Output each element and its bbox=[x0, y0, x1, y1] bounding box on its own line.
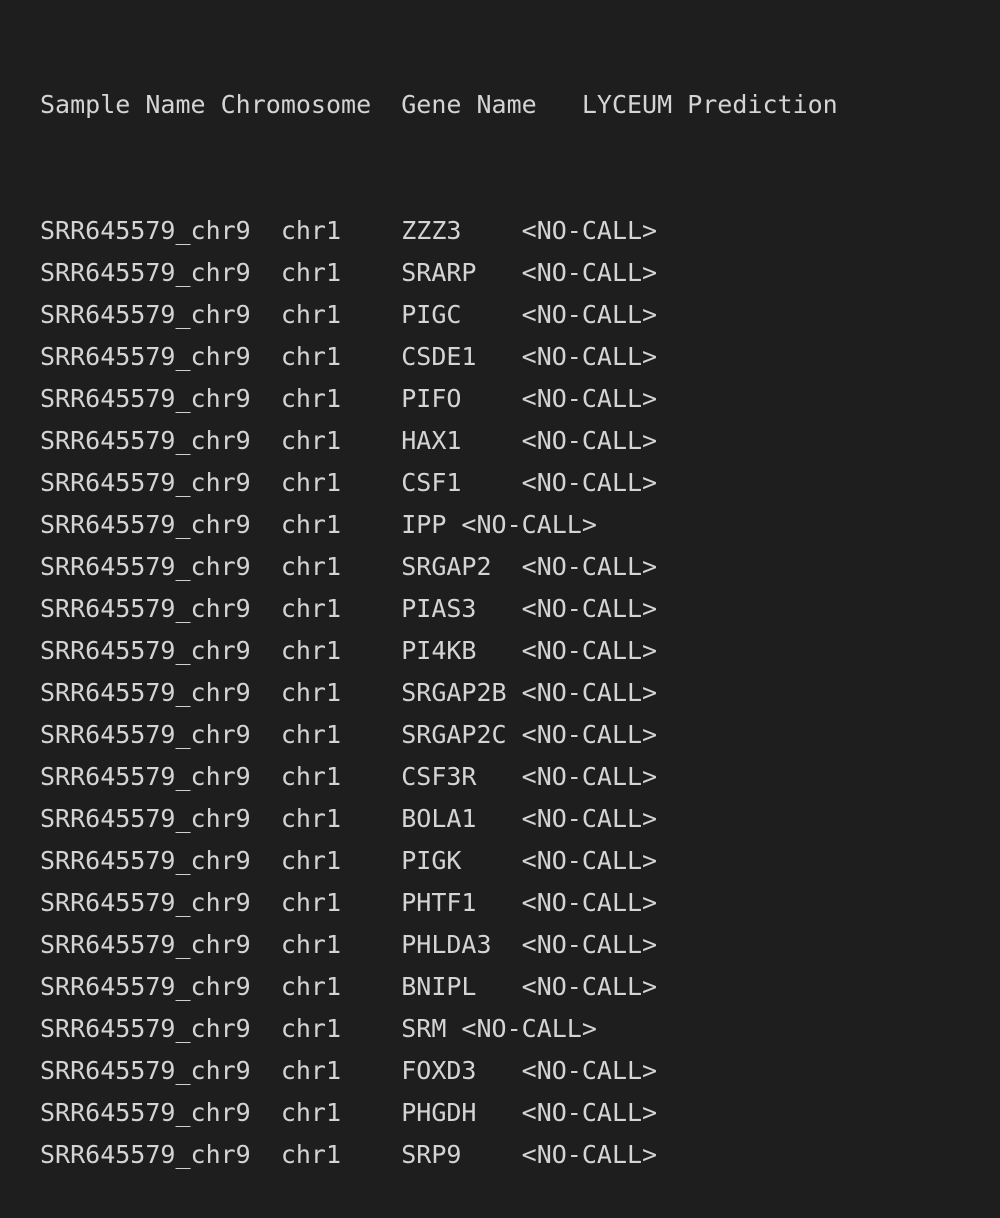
table-row: SRR645579_chr9 chr1 SRM <NO-CALL> bbox=[40, 1014, 597, 1043]
table-rows: SRR645579_chr9 chr1 ZZZ3 <NO-CALL> SRR645… bbox=[40, 210, 990, 1176]
table-row: SRR645579_chr9 chr1 PIFO <NO-CALL> bbox=[40, 384, 658, 413]
table-row: SRR645579_chr9 chr1 CSF3R <NO-CALL> bbox=[40, 762, 658, 791]
table-row: SRR645579_chr9 chr1 SRP9 <NO-CALL> bbox=[40, 1140, 658, 1169]
table-row: SRR645579_chr9 chr1 IPP <NO-CALL> bbox=[40, 510, 597, 539]
table-header: Sample Name Chromosome Gene Name LYCEUM … bbox=[40, 90, 838, 119]
table-row: SRR645579_chr9 chr1 CSDE1 <NO-CALL> bbox=[40, 342, 658, 371]
table-row: SRR645579_chr9 chr1 PIAS3 <NO-CALL> bbox=[40, 594, 658, 623]
table-row: SRR645579_chr9 chr1 PHGDH <NO-CALL> bbox=[40, 1098, 658, 1127]
table-row: SRR645579_chr9 chr1 CSF1 <NO-CALL> bbox=[40, 468, 658, 497]
terminal-output: Sample Name Chromosome Gene Name LYCEUM … bbox=[40, 0, 990, 1169]
table-row: SRR645579_chr9 chr1 FOXD3 <NO-CALL> bbox=[40, 1056, 658, 1085]
table-row: SRR645579_chr9 chr1 BOLA1 <NO-CALL> bbox=[40, 804, 658, 833]
table-row: SRR645579_chr9 chr1 PHTF1 <NO-CALL> bbox=[40, 888, 658, 917]
table-row: SRR645579_chr9 chr1 SRGAP2C <NO-CALL> bbox=[40, 720, 658, 749]
table-row: SRR645579_chr9 chr1 HAX1 <NO-CALL> bbox=[40, 426, 658, 455]
table-row: SRR645579_chr9 chr1 BNIPL <NO-CALL> bbox=[40, 972, 658, 1001]
table-row: SRR645579_chr9 chr1 SRGAP2B <NO-CALL> bbox=[40, 678, 658, 707]
table-row: SRR645579_chr9 chr1 SRGAP2 <NO-CALL> bbox=[40, 552, 658, 581]
table-row: SRR645579_chr9 chr1 SRARP <NO-CALL> bbox=[40, 258, 658, 287]
table-row: SRR645579_chr9 chr1 PIGK <NO-CALL> bbox=[40, 846, 658, 875]
table-row: SRR645579_chr9 chr1 PI4KB <NO-CALL> bbox=[40, 636, 658, 665]
table-row: SRR645579_chr9 chr1 PHLDA3 <NO-CALL> bbox=[40, 930, 658, 959]
table-row: SRR645579_chr9 chr1 PIGC <NO-CALL> bbox=[40, 300, 658, 329]
table-row: SRR645579_chr9 chr1 ZZZ3 <NO-CALL> bbox=[40, 216, 658, 245]
